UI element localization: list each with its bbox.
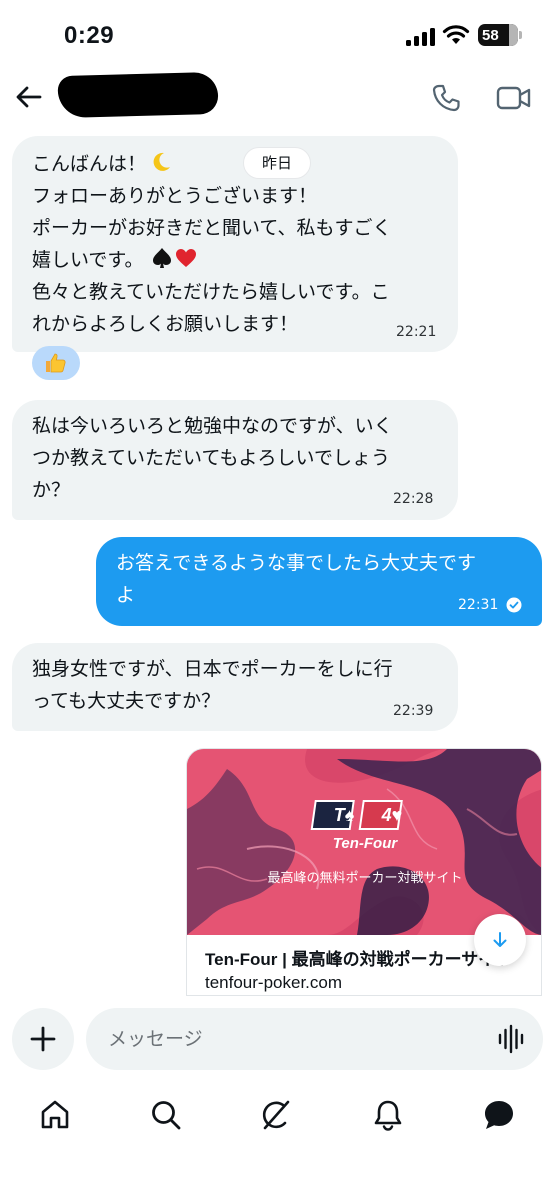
link-domain: tenfour-poker.com [205, 973, 343, 992]
logo-right: 4♥ [381, 805, 403, 825]
tagline: 最高峰の無料ポーカー対戦サイト [267, 871, 463, 886]
battery-level: 58 [482, 26, 499, 44]
brand-wordmark: Ten-Four [332, 835, 398, 852]
message-timestamp: 22:31 [458, 597, 499, 613]
message-text: 独身女性ですが、日本でポーカーをしに行 っても大丈夫ですか？ [32, 658, 393, 712]
logo-left: T♠ [333, 805, 355, 825]
arrow-down-icon [493, 932, 507, 947]
plus-icon [30, 1026, 56, 1052]
bottom-navigation [0, 1080, 555, 1200]
message-text: お答えできるような事でしたら大丈夫です よ [116, 552, 477, 606]
grok-icon[interactable] [259, 1098, 293, 1132]
incoming-message-bubble[interactable]: 私は今いろいろと勉強中なのですが、いく つか教えていただいてもよろしいでしょう … [12, 400, 458, 520]
message-text: こんばんは！ フォローありがとうございます！ ポーカーがお好きだと聞いて、私もす… [32, 152, 392, 335]
message-timestamp: 22:21 [396, 324, 437, 340]
conversation-header [0, 71, 555, 124]
message-text: 私は今いろいろと勉強中なのですが、いく つか教えていただいてもよろしいでしょう … [32, 415, 393, 501]
reaction-badge[interactable] [32, 346, 80, 380]
redacted-contact-name[interactable] [57, 71, 219, 119]
outgoing-message-bubble[interactable]: お答えできるような事でしたら大丈夫です よ 22:31 [96, 537, 542, 626]
messages-icon[interactable] [482, 1098, 516, 1132]
message-timestamp: 22:28 [393, 491, 434, 507]
status-bar: 0:29 58 [0, 0, 555, 72]
message-input[interactable] [86, 1008, 543, 1070]
voice-icon[interactable] [496, 1024, 526, 1054]
message-timestamp: 22:39 [393, 703, 434, 719]
phone-icon[interactable] [430, 82, 462, 114]
status-time: 0:29 [64, 22, 115, 49]
search-icon[interactable] [149, 1098, 183, 1132]
incoming-message-bubble[interactable]: 独身女性ですが、日本でポーカーをしに行 っても大丈夫ですか？ 22:39 [12, 643, 458, 731]
bell-icon[interactable] [371, 1098, 405, 1132]
scroll-to-bottom-button[interactable] [474, 914, 526, 966]
link-preview-image[interactable]: T♠ 4♥ Ten-Four 最高峰の無料ポーカー対戦サイト [187, 749, 541, 935]
signal-icon [406, 28, 436, 46]
battery-indicator: 58 [478, 24, 518, 46]
spade-icon [152, 248, 171, 268]
wifi-icon [442, 25, 470, 44]
video-icon[interactable] [496, 84, 532, 112]
add-attachment-button[interactable] [12, 1008, 74, 1070]
home-icon[interactable] [38, 1098, 72, 1132]
incoming-message-bubble[interactable]: こんばんは！ フォローありがとうございます！ ポーカーがお好きだと聞いて、私もす… [12, 136, 458, 352]
check-circle-icon [506, 597, 522, 613]
heart-icon [175, 249, 196, 267]
thumbs-up-icon [46, 353, 66, 373]
back-arrow-icon[interactable] [12, 80, 46, 114]
date-separator: 昨日 [243, 147, 311, 179]
moon-icon [153, 152, 171, 171]
